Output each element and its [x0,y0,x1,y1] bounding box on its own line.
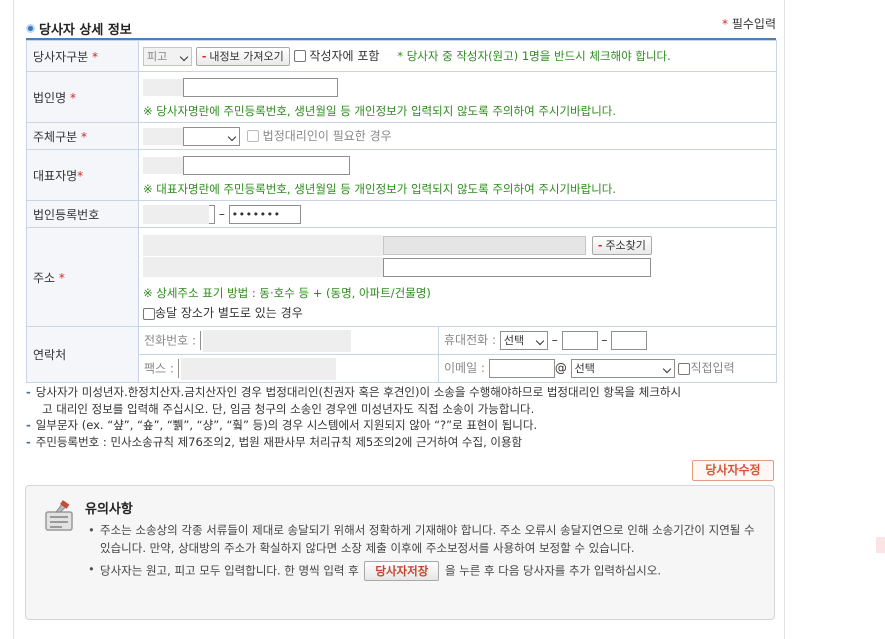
save-party-button[interactable]: 당사자저장 [364,561,440,581]
phone-masked [202,329,351,352]
mobile-middle-input[interactable] [561,331,598,350]
notice-board-icon [45,500,73,531]
fax-label: 팩스 : [144,361,174,375]
mobile-prefix-select[interactable]: 선택 [499,331,548,350]
party-type-notice: * 당사자 중 작성자(원고) 1명을 반드시 체크해야 합니다. [397,48,671,63]
corp-name-notice: ※ 당사자명란에 주민등록번호, 생년월일 등 개인정보가 입력되지 않도록 주… [143,103,617,118]
subject-type-masked [143,127,183,145]
address-detail-masked [143,257,383,277]
load-my-info-button[interactable]: - 내정보 가져오기 [195,46,290,66]
note-item: - 일부문자 (ex. “샾”, “숖”, “쀍”, “샹”, “훸” 등)의 경… [26,418,538,432]
row-address: 주소 * - 주소찾기 ※ 상세주소 표기 방법 : 동·호수 등 + (동명, … [26,227,778,327]
contact-label: 연락처 [26,326,139,383]
legal-rep-checkbox[interactable] [246,130,259,142]
corp-reg-label: 법인등록번호 [26,200,139,228]
separate-delivery-label: 송달 장소가 별도로 있는 경우 [155,306,303,320]
required-legend: * 필수입력 [722,17,776,31]
caution-title: 유의사항 [85,502,133,517]
note-item: 고 대리인 정보를 입력해 주십시오. 단, 임금 청구의 소송인 경우엔 미성… [42,401,535,416]
notes-list: - 당사자가 미성년자.한정치산자.금치산자인 경우 법정대리인(친권자 혹은 후… [26,384,786,450]
representative-label: 대표자명* [26,149,139,201]
side-marker [876,537,885,553]
representative-masked [143,156,183,174]
corp-name-masked [143,78,183,96]
representative-input[interactable] [183,155,350,175]
mobile-last-input[interactable] [611,331,648,350]
subject-type-select[interactable] [183,126,240,146]
corp-reg-front-input[interactable] [209,204,215,224]
section-title: 당사자 상세 정보 [26,19,132,38]
row-party-type: 당사자구분 * 피고 - 내정보 가져오기 작성자에 포함 * 당사자 중 작성자… [26,40,778,72]
corp-reg-dash: – [218,206,225,221]
caution-list: 주소는 소송상의 각종 서류들이 제대로 송달되기 위해서 정확하게 기재해야 … [88,522,758,585]
caution-item: 당사자는 원고, 피고 모두 입력합니다. 한 명씩 입력 후 당사자저장 을 … [88,561,758,581]
phone-label: 전화번호 : [144,333,197,347]
row-corp-reg: 법인등록번호 – ••••••• [26,200,778,228]
include-writer-label: 작성자에 포함 [309,48,380,63]
address-input[interactable] [383,236,586,255]
legal-rep-label: 법정대리인이 필요한 경우 [262,128,392,143]
direct-input-checkbox[interactable] [678,362,691,375]
separate-delivery-checkbox[interactable] [143,307,155,320]
mobile-label: 휴대전화 : [444,333,497,347]
section-header: 당사자 상세 정보 * 필수입력 [26,15,776,39]
page-frame: 당사자 상세 정보 * 필수입력 당사자구분 * 피고 - 내정보 가져오기 작성… [0,0,885,639]
caution-box: 유의사항 주소는 소송상의 각종 서류들이 제대로 송달되기 위해서 정확하게 … [25,485,775,620]
party-form-table: 당사자구분 * 피고 - 내정보 가져오기 작성자에 포함 * 당사자 중 작성자… [26,40,778,383]
row-representative: 대표자명* ※ 대표자명란에 주민등록번호, 생년월일 등 개인정보가 입력되지… [26,149,778,201]
party-type-label: 당사자구분 * [26,40,139,72]
title-bullet-icon [26,24,35,33]
caution-item: 주소는 소송상의 각종 서류들이 제대로 송달되기 위해서 정확하게 기재해야 … [88,522,758,557]
include-writer-checkbox[interactable] [293,50,306,62]
email-domain-select[interactable]: 선택 [570,359,675,378]
row-subject-type: 주체구분 * 법정대리인이 필요한 경우 [26,122,778,150]
email-id-input[interactable] [488,359,555,378]
corp-reg-front-masked [143,204,209,224]
party-type-select[interactable]: 피고 [143,46,192,66]
content-left-border [13,0,14,639]
find-address-button[interactable]: - 주소찾기 [591,236,652,255]
address-masked [143,235,383,256]
representative-notice: ※ 대표자명란에 주민등록번호, 생년월일 등 개인정보가 입력되지 않도록 주… [143,181,617,196]
corp-reg-back-input[interactable]: ••••••• [228,204,301,224]
address-detail-input[interactable] [383,257,651,277]
note-item: - 주민등록번호 : 민사소송규칙 제76조의2, 법원 재판사무 처리규칙 제5… [26,434,523,449]
address-label: 주소 * [26,227,139,327]
minus-icon: - [597,239,603,252]
minus-icon: - [201,49,207,63]
row-contact-2: 팩스 : 이메일 : @ 선택 직접입력 [27,354,778,383]
row-corp-name: 법인명 * ※ 당사자명란에 주민등록번호, 생년월일 등 개인정보가 입력되지… [26,71,778,123]
corp-name-label: 법인명 * [26,71,139,123]
corp-name-input[interactable] [183,77,338,97]
note-item: - 당사자가 미성년자.한정치산자.금치산자인 경우 법정대리인(친권자 혹은 후… [26,385,682,399]
row-contact-1: 연락처 전화번호 : 휴대전화 : 선택 – – [26,326,778,383]
edit-party-button[interactable]: 당사자수정 [692,460,774,481]
address-notice: ※ 상세주소 표기 방법 : 동·호수 등 + (동명, 아파트/건물명) [143,286,431,300]
fax-masked [180,357,336,380]
email-label: 이메일 : [444,361,485,375]
content-right-border [784,0,785,639]
direct-input-label: 직접입력 [690,361,735,375]
subject-type-label: 주체구분 * [26,122,139,150]
